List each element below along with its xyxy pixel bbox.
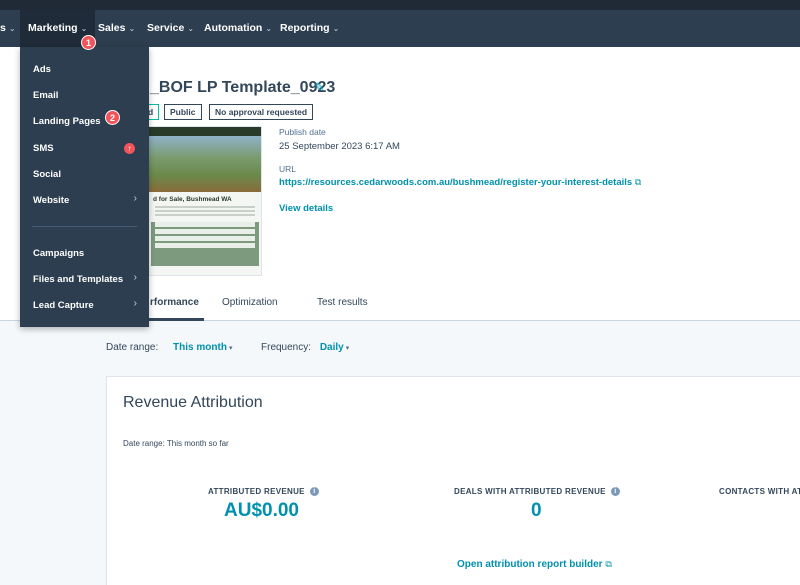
nav-item-label: Sales (98, 22, 126, 34)
info-icon[interactable]: i (309, 487, 319, 497)
nav-item-label: Reporting (280, 22, 330, 34)
approval-tag: No approval requested (209, 104, 314, 120)
thumbnail-form-field (155, 243, 255, 248)
menu-item-ads[interactable]: Ads (33, 64, 51, 75)
nav-item-truncated[interactable]: s ⌄ (0, 10, 16, 47)
date-range-label: Date range: (106, 342, 159, 353)
menu-item-social[interactable]: Social (33, 169, 61, 180)
menu-item-lead-capture[interactable]: Lead Capture (33, 300, 94, 311)
nav-item-sales[interactable]: Sales ⌄ (98, 10, 135, 47)
thumbnail-hero-image (149, 136, 261, 192)
edit-pencil-icon[interactable]: ✎ (314, 80, 325, 96)
page-thumbnail[interactable]: d for Sale, Bushmead WA (148, 126, 262, 276)
page-title: _BOF LP Template_0923 (150, 79, 336, 96)
chevron-down-icon: ⌄ (332, 24, 340, 33)
thumbnail-text-line (155, 210, 255, 212)
kpi-deals-value: 0 (531, 500, 542, 521)
top-strip (0, 0, 800, 10)
date-range-filter[interactable]: Date range: This month ▾ (106, 342, 232, 353)
publish-date-value: 25 September 2023 6:17 AM (279, 141, 400, 152)
chevron-right-icon: › (133, 193, 137, 204)
external-link-icon: ⧉ (634, 177, 642, 187)
url-label: URL (279, 164, 297, 174)
visibility-tag: Public (164, 104, 202, 120)
chevron-down-icon: ⌄ (80, 24, 88, 33)
card-date-range: Date range: This month so far (123, 439, 229, 448)
kpi-deals-label: DEALS WITH ATTRIBUTED REVENUE i (454, 487, 620, 497)
kpi-attributed-revenue-label: ATTRIBUTED REVENUE i (208, 487, 319, 497)
menu-item-landing-pages[interactable]: Landing Pages (33, 116, 101, 127)
chevron-right-icon: › (133, 272, 137, 283)
tab-test-results[interactable]: Test results (317, 297, 368, 308)
caret-down-icon: ▾ (228, 345, 233, 352)
menu-divider (32, 226, 137, 227)
step-badge-1: 1 (81, 35, 96, 50)
thumbnail-form (151, 222, 259, 266)
tab-performance[interactable]: rformance (150, 297, 199, 308)
card-title: Revenue Attribution (123, 394, 263, 411)
chevron-down-icon: ⌄ (128, 24, 136, 33)
chevron-down-icon: ⌄ (265, 24, 273, 33)
frequency-value: Daily (319, 342, 344, 353)
caret-down-icon: ▾ (345, 345, 350, 352)
step-badge-2: 2 (105, 110, 120, 125)
thumbnail-form-field (155, 222, 255, 227)
nav-item-automation[interactable]: Automation ⌄ (204, 10, 272, 47)
kpi-contacts-label: CONTACTS WITH AT (719, 487, 800, 496)
nav-item-label: Automation (204, 22, 263, 34)
report-link-text: Open attribution report builder (457, 559, 603, 570)
date-range-value: This month (173, 342, 227, 353)
marketing-dropdown-menu: Ads Email Landing Pages SMS ↑ Social Web… (20, 47, 149, 327)
top-navigation: s ⌄ Marketing ⌄ Sales ⌄ Service ⌄ Automation… (0, 10, 800, 47)
thumbnail-text-line (155, 206, 255, 208)
info-icon[interactable]: i (610, 487, 620, 497)
nav-item-label: Marketing (28, 22, 78, 34)
view-details-link[interactable]: View details (279, 203, 333, 214)
kpi-label-text: DEALS WITH ATTRIBUTED REVENUE (454, 487, 606, 496)
kpi-attributed-revenue-value: AU$0.00 (224, 500, 299, 521)
kpi-label-text: ATTRIBUTED REVENUE (208, 487, 305, 496)
menu-item-website[interactable]: Website (33, 195, 69, 206)
page-url-text: https://resources.cedarwoods.com.au/bush… (279, 177, 633, 188)
active-tab-indicator (148, 318, 204, 321)
chevron-right-icon: › (133, 298, 137, 309)
external-link-icon: ⧉ (605, 559, 612, 569)
nav-item-reporting[interactable]: Reporting ⌄ (280, 10, 339, 47)
menu-item-files-and-templates[interactable]: Files and Templates (33, 274, 123, 285)
revenue-attribution-card: Revenue Attribution Date range: This mon… (106, 376, 800, 585)
thumbnail-text-line (155, 214, 255, 216)
thumbnail-form-field (155, 236, 255, 241)
menu-item-sms[interactable]: SMS (33, 143, 54, 154)
nav-item-label: s (0, 22, 6, 34)
nav-item-service[interactable]: Service ⌄ (147, 10, 194, 47)
thumbnail-header-bar (149, 127, 261, 136)
thumbnail-title: d for Sale, Bushmead WA (153, 196, 232, 203)
publish-date-label: Publish date (279, 127, 326, 137)
upgrade-arrow-icon: ↑ (124, 143, 135, 154)
menu-item-email[interactable]: Email (33, 90, 58, 101)
chevron-down-icon: ⌄ (187, 24, 195, 33)
open-report-builder-link[interactable]: Open attribution report builder ⧉ (457, 559, 612, 570)
chevron-down-icon: ⌄ (8, 24, 16, 33)
frequency-label: Frequency: (261, 342, 312, 353)
menu-item-campaigns[interactable]: Campaigns (33, 248, 84, 259)
page-url-link[interactable]: https://resources.cedarwoods.com.au/bush… (279, 177, 641, 188)
nav-item-label: Service (147, 22, 185, 34)
thumbnail-form-field (155, 229, 255, 234)
tab-optimization[interactable]: Optimization (222, 297, 278, 308)
frequency-filter[interactable]: Frequency: Daily ▾ (261, 342, 349, 353)
